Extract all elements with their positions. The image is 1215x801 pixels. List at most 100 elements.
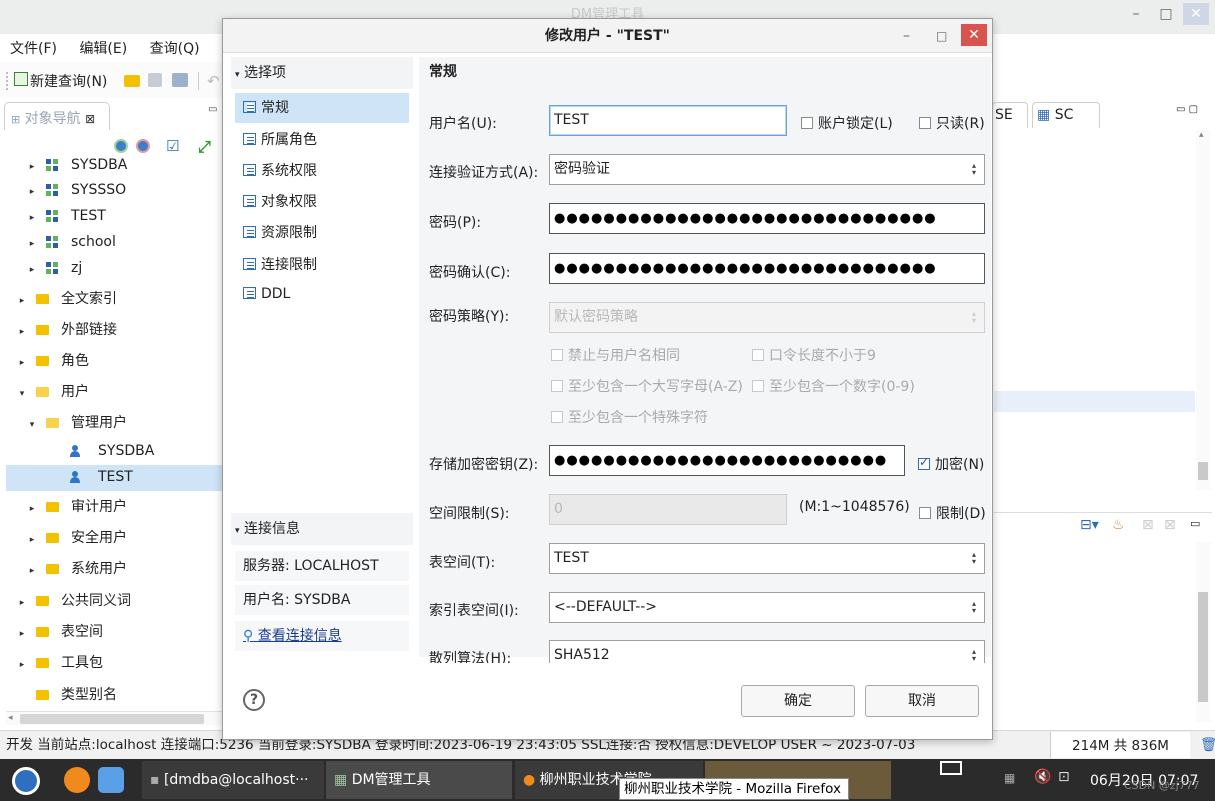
tree-item[interactable]: TEST — [48, 462, 133, 492]
policy-opt-3[interactable]: 至少包含一个大写字母(A-Z) — [551, 376, 743, 396]
tab-object-navigator[interactable]: ⊞ 对象导航 ⊠ — [4, 102, 110, 130]
tab-sc[interactable]: ▦ SC — [1032, 102, 1100, 128]
tree-item[interactable]: ▸ zj — [24, 253, 83, 285]
dialog-close-icon[interactable]: ✕ — [961, 24, 987, 46]
option-obj-privs[interactable]: 对象权限 — [235, 187, 409, 217]
minimize-icon[interactable]: – — [1123, 3, 1149, 25]
ok-button[interactable]: 确定 — [741, 685, 855, 717]
undo-icon[interactable]: ↶ — [207, 72, 220, 90]
conn-info-header[interactable]: ▾ 连接信息 — [231, 513, 413, 545]
policy-select[interactable]: 默认密码策略 ▴ ▾ — [549, 302, 985, 333]
policy-opt-2[interactable]: 口令长度不小于9 — [752, 345, 876, 365]
expand-arrow-icon[interactable]: ▸ — [14, 619, 30, 649]
tree-item[interactable]: ▸ 公共同义词 — [14, 586, 131, 616]
dialog-maximize-icon[interactable]: □ — [936, 19, 947, 53]
gc-icon[interactable]: 🗑 — [1200, 731, 1215, 759]
edit-icon[interactable]: ☑ — [166, 137, 179, 155]
option-general[interactable]: 常规 — [235, 93, 409, 123]
menu-query[interactable]: 查询(Q) — [132, 34, 200, 58]
disconnect-icon[interactable] — [136, 139, 150, 153]
index-tablespace-select[interactable]: <--DEFAULT--> ▴ ▾ — [549, 592, 985, 623]
taskbar-dm-tool[interactable]: ▦ DM管理工具 — [326, 761, 512, 799]
option-roles[interactable]: 所属角色 — [235, 125, 409, 155]
expand-arrow-icon[interactable]: ▸ — [14, 650, 30, 680]
storage-key-input[interactable]: ●●●●●●●●●●●●●●●●●●●●●●●●●●● — [549, 445, 905, 476]
space-limit-input[interactable]: 0 — [549, 494, 787, 525]
taskbar-terminal[interactable]: ▪ [dmdba@localhost··· — [142, 761, 324, 799]
tree-item[interactable]: ▸ 工具包 — [14, 648, 103, 678]
expand-arrow-icon[interactable]: ▸ — [24, 525, 40, 555]
collapse-arrow-icon[interactable]: ▾ — [14, 379, 30, 409]
expand-arrow-icon[interactable]: ▸ — [24, 255, 40, 285]
tree-item[interactable]: ▾ 管理用户 — [24, 408, 127, 438]
new-query-icon[interactable] — [14, 72, 28, 86]
remove-icon[interactable]: ⊠ — [1142, 517, 1154, 533]
auth-select[interactable]: 密码验证 ▴ ▾ — [549, 154, 985, 185]
volume-muted-icon[interactable]: 🔇 — [1034, 769, 1051, 785]
tree-item[interactable]: ▸ 审计用户 — [24, 492, 127, 522]
limit-checkbox[interactable]: 限制(D) — [919, 503, 986, 523]
editor-minimize-icon[interactable]: ▭ ▢ — [1176, 104, 1198, 115]
save-icon[interactable] — [148, 73, 162, 87]
firefox-launcher-icon[interactable] — [64, 767, 90, 793]
menu-file[interactable]: 文件(F) — [0, 34, 57, 58]
tree-item[interactable]: ▸ 全文索引 — [14, 284, 117, 314]
policy-opt-1[interactable]: 禁止与用户名相同 — [551, 345, 680, 365]
menu-edit[interactable]: 编辑(E) — [61, 34, 127, 58]
tree-item[interactable]: ▸ 安全用户 — [24, 523, 127, 553]
tree-item[interactable]: ▸ 表空间 — [14, 617, 103, 647]
option-sys-privs[interactable]: 系统权限 — [235, 156, 409, 186]
expand-arrow-icon[interactable]: ▸ — [14, 588, 30, 618]
tree-item[interactable]: 类型别名 — [14, 680, 117, 710]
output-minimize-icon[interactable]: ▭ — [1190, 517, 1200, 530]
tree-item[interactable]: ▸ 系统用户 — [24, 554, 127, 584]
expand-icon[interactable]: ⤢ — [198, 137, 211, 157]
readonly-checkbox[interactable]: 只读(R) — [919, 113, 985, 133]
file-manager-icon[interactable] — [98, 767, 124, 793]
clear-icon[interactable]: ♨ — [1112, 517, 1125, 533]
vscroll-thumb[interactable] — [1198, 462, 1208, 480]
tree-item[interactable]: ▸ 外部链接 — [14, 315, 117, 345]
hash-select[interactable]: SHA512 ▴ ▾ — [549, 640, 985, 663]
panel-minimize-icon[interactable]: ▭ — [208, 104, 217, 115]
expand-arrow-icon[interactable]: ▸ — [14, 317, 30, 347]
start-menu-icon[interactable] — [12, 767, 40, 795]
tab-close-icon[interactable]: ⊠ — [85, 112, 95, 126]
policy-opt-5[interactable]: 至少包含一个特殊字符 — [551, 407, 708, 427]
expand-arrow-icon[interactable]: ▸ — [14, 286, 30, 316]
tablespace-select[interactable]: TEST ▴ ▾ — [549, 543, 985, 574]
tree-item[interactable]: ▸ 角色 — [14, 346, 89, 376]
save-all-icon[interactable] — [172, 73, 188, 87]
remove-all-icon[interactable]: ⊠ — [1164, 517, 1176, 533]
network-icon[interactable]: ⊡ — [1058, 769, 1070, 785]
dialog-minimize-icon[interactable]: – — [903, 19, 910, 53]
close-icon[interactable]: ✕ — [1183, 3, 1209, 25]
cancel-button[interactable]: 取消 — [865, 685, 979, 717]
new-query-button[interactable]: 新建查询(N) — [30, 71, 107, 91]
view-conn-info-link[interactable]: ⚲ 查看连接信息 — [235, 621, 409, 651]
option-ddl[interactable]: DDL — [235, 279, 409, 309]
maximize-icon[interactable]: □ — [1153, 3, 1179, 25]
output-vscrollbar[interactable] — [1196, 542, 1210, 722]
expand-arrow-icon[interactable]: ▸ — [14, 348, 30, 378]
help-icon[interactable]: ? — [243, 689, 265, 711]
expand-arrow-icon[interactable]: ▸ — [24, 494, 40, 524]
collapse-arrow-icon[interactable]: ▾ — [24, 410, 40, 440]
output-vscroll-thumb[interactable] — [1198, 592, 1208, 702]
option-conn-limit[interactable]: 连接限制 — [235, 250, 409, 280]
account-lock-checkbox[interactable]: 账户锁定(L) — [801, 113, 893, 133]
keyboard-icon[interactable]: ▦ — [1004, 771, 1015, 785]
select-items-header[interactable]: ▾ 选择项 — [231, 57, 413, 89]
hscroll-thumb[interactable] — [20, 714, 204, 724]
navigator-hscrollbar[interactable]: ◂ — [6, 711, 222, 725]
password-input[interactable]: ●●●●●●●●●●●●●●●●●●●●●●●●●●●●●●● — [549, 203, 985, 234]
encrypt-checkbox[interactable]: 加密(N) — [918, 454, 984, 474]
open-folder-icon[interactable] — [124, 75, 140, 87]
show-desktop-icon[interactable] — [940, 761, 962, 775]
tree-item[interactable]: ▾ 用户 — [14, 377, 89, 407]
tab-se[interactable]: SE — [992, 102, 1028, 128]
policy-opt-4[interactable]: 至少包含一个数字(0-9) — [752, 376, 915, 396]
option-resource-limit[interactable]: 资源限制 — [235, 218, 409, 248]
editor-vscrollbar[interactable]: ▴ — [1196, 130, 1210, 490]
view-menu-icon[interactable]: ⊟▾ — [1080, 517, 1099, 533]
